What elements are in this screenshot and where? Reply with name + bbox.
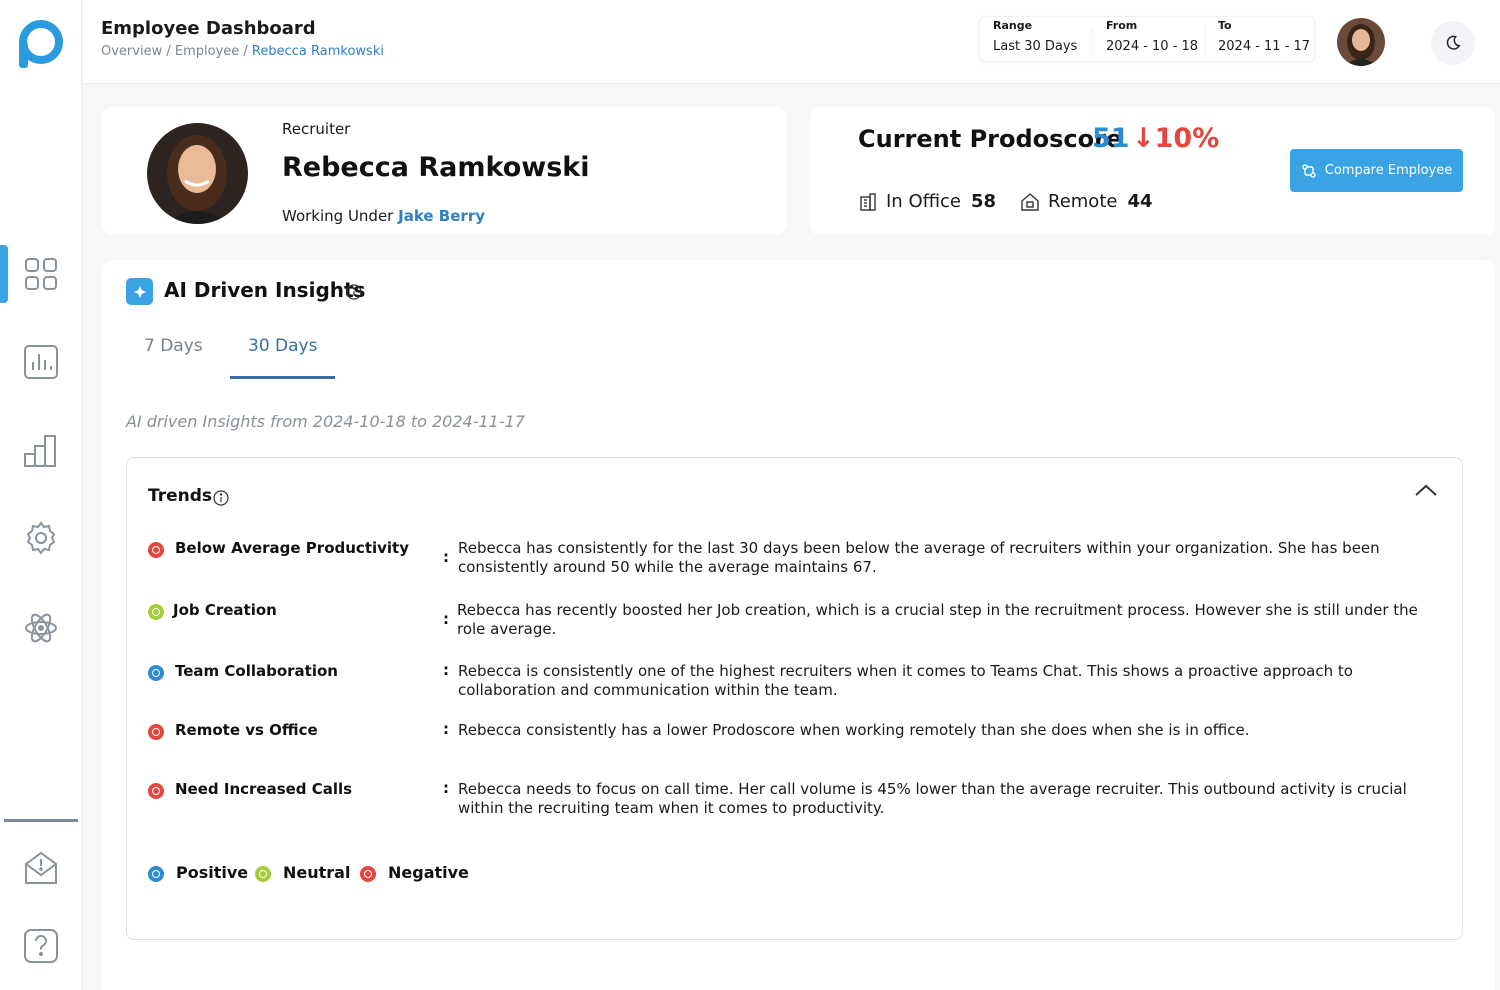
legend-label: Neutral bbox=[283, 863, 351, 882]
active-tab-indicator bbox=[230, 376, 335, 379]
sidebar-divider bbox=[4, 819, 78, 822]
sparkle-icon bbox=[126, 278, 153, 305]
separator: : bbox=[443, 661, 449, 679]
prodoscore-value: 51 bbox=[1092, 123, 1130, 154]
question-icon bbox=[24, 929, 58, 963]
sidebar-item-analytics[interactable] bbox=[0, 421, 82, 479]
breadcrumb-employee[interactable]: Employee bbox=[175, 44, 239, 59]
breadcrumb-overview[interactable]: Overview bbox=[101, 44, 162, 59]
sidebar-item-dashboard[interactable] bbox=[0, 245, 82, 303]
chevron-up-icon bbox=[1415, 484, 1437, 496]
trends-title: Trends bbox=[148, 486, 213, 506]
employee-photo bbox=[147, 123, 248, 224]
office-building-icon bbox=[860, 192, 876, 211]
moon-icon bbox=[1446, 35, 1461, 50]
trend-description: Rebecca needs to focus on call time. Her… bbox=[458, 780, 1407, 817]
tab-7-days[interactable]: 7 Days bbox=[144, 336, 203, 356]
info-icon[interactable] bbox=[346, 284, 362, 300]
from-label: From bbox=[1106, 19, 1138, 32]
in-office-stat: In Office 58 bbox=[858, 191, 996, 212]
negative-sentiment-icon bbox=[148, 724, 164, 740]
trend-description: Rebecca has recently boosted her Job cre… bbox=[457, 601, 1418, 638]
prodoscore-title: Current Prodoscore bbox=[858, 125, 1123, 153]
trend-name: Need Increased Calls bbox=[175, 780, 353, 798]
employee-name: Rebecca Ramkowski bbox=[282, 152, 590, 183]
trend-description: Rebecca is consistently one of the highe… bbox=[458, 662, 1353, 699]
working-under-label: Working Under bbox=[282, 207, 394, 225]
remote-label: Remote bbox=[1048, 191, 1118, 212]
tab-30-days[interactable]: 30 Days bbox=[248, 336, 317, 356]
trend-name: Remote vs Office bbox=[175, 721, 318, 739]
negative-sentiment-icon bbox=[360, 866, 376, 882]
grid-icon bbox=[25, 258, 57, 290]
compare-button-label: Compare Employee bbox=[1324, 163, 1453, 178]
sidebar-item-help[interactable] bbox=[0, 917, 82, 975]
separator: : bbox=[443, 779, 449, 797]
trend-name: Team Collaboration bbox=[175, 662, 338, 680]
neutral-sentiment-icon bbox=[148, 604, 164, 620]
from-value: 2024 - 10 - 18 bbox=[1106, 39, 1199, 54]
manager-link[interactable]: Jake Berry bbox=[398, 207, 485, 225]
collapse-button[interactable] bbox=[1412, 478, 1440, 502]
trend-description: Rebecca has consistently for the last 30… bbox=[458, 539, 1380, 576]
profile-card: Recruiter Rebecca Ramkowski Working Unde… bbox=[102, 107, 787, 235]
to-value: 2024 - 11 - 17 bbox=[1218, 39, 1311, 54]
positive-sentiment-icon bbox=[148, 665, 164, 681]
in-office-value: 58 bbox=[970, 191, 997, 212]
sidebar-item-notifications[interactable] bbox=[0, 839, 82, 897]
to-label: To bbox=[1218, 19, 1232, 32]
compare-employee-button[interactable]: Compare Employee bbox=[1290, 149, 1463, 192]
separator: : bbox=[443, 548, 449, 566]
gear-icon bbox=[26, 521, 56, 555]
negative-sentiment-icon bbox=[148, 783, 164, 799]
insights-range-text: AI driven Insights from 2024-10-18 to 20… bbox=[126, 412, 525, 431]
in-office-label: In Office bbox=[886, 191, 961, 212]
trend-description: Rebecca consistently has a lower Prodosc… bbox=[458, 721, 1250, 739]
sidebar-item-integrations[interactable] bbox=[0, 599, 82, 657]
trends-section: Trends Below Average Productivity : Rebe… bbox=[126, 457, 1463, 940]
atom-icon bbox=[25, 613, 57, 643]
date-divider bbox=[1092, 27, 1093, 55]
neutral-sentiment-icon bbox=[255, 866, 271, 882]
range-value: Last 30 Days bbox=[993, 39, 1078, 54]
positive-sentiment-icon bbox=[148, 866, 164, 882]
sidebar-item-reports[interactable] bbox=[0, 333, 82, 391]
breadcrumb: Overview / Employee / Rebecca Ramkowski bbox=[101, 44, 384, 59]
sidebar bbox=[0, 0, 82, 990]
compare-icon bbox=[1302, 163, 1316, 178]
user-avatar[interactable] bbox=[1337, 18, 1385, 66]
working-under: Working Under Jake Berry bbox=[282, 207, 485, 225]
prodoscore-change: ↓10% bbox=[1132, 123, 1220, 154]
separator: : bbox=[443, 720, 449, 738]
ai-insights-panel: AI Driven Insights 7 Days 30 Days AI dri… bbox=[102, 260, 1495, 990]
employee-role: Recruiter bbox=[282, 120, 351, 138]
info-icon[interactable] bbox=[213, 490, 229, 506]
prodoscore-logo[interactable] bbox=[18, 20, 64, 70]
trend-name: Below Average Productivity bbox=[175, 539, 409, 557]
remote-value: 44 bbox=[1127, 191, 1153, 212]
prodoscore-card: Current Prodoscore 51 ↓10% In Office 58 … bbox=[810, 107, 1495, 235]
date-range-selector[interactable]: Range Last 30 Days From 2024 - 10 - 18 T… bbox=[979, 16, 1315, 62]
legend-label: Positive bbox=[176, 863, 249, 882]
separator: : bbox=[443, 610, 449, 628]
top-header: Employee Dashboard Overview / Employee /… bbox=[83, 0, 1500, 84]
remote-stat: Remote 44 bbox=[1020, 191, 1153, 212]
trend-name: Job Creation bbox=[173, 601, 277, 619]
ai-insights-title: AI Driven Insights bbox=[164, 278, 366, 302]
breadcrumb-current: Rebecca Ramkowski bbox=[251, 44, 384, 59]
page-title: Employee Dashboard bbox=[101, 18, 316, 39]
bar-chart-icon bbox=[24, 345, 58, 379]
negative-sentiment-icon bbox=[148, 542, 164, 558]
home-icon bbox=[1021, 192, 1039, 211]
sidebar-item-settings[interactable] bbox=[0, 509, 82, 567]
range-label: Range bbox=[993, 19, 1033, 32]
dark-mode-toggle[interactable] bbox=[1431, 21, 1475, 65]
envelope-alert-icon bbox=[25, 851, 57, 884]
legend-label: Negative bbox=[388, 863, 469, 882]
stepped-bars-icon bbox=[24, 435, 56, 467]
date-divider bbox=[1205, 27, 1206, 55]
